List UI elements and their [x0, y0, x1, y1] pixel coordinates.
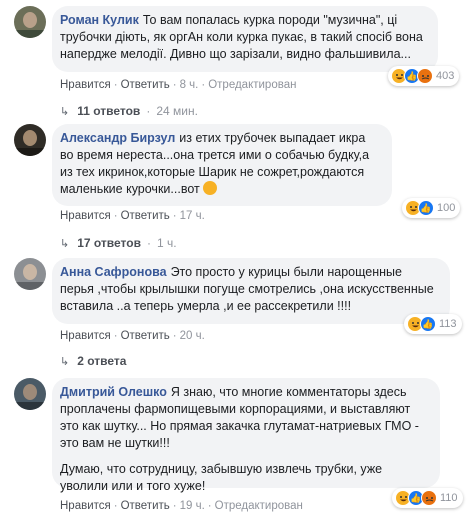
- replies-count-link[interactable]: 17 ответов: [77, 236, 141, 250]
- replies-time: 24 мин.: [156, 104, 198, 118]
- comment-actions: Нравится · Ответить · 19 ч. · Отредактирован: [60, 500, 303, 512]
- like-link[interactable]: Нравится: [60, 79, 111, 91]
- comment-author[interactable]: Роман Кулик: [60, 13, 139, 27]
- comment-bubble: Дмитрий Олешко Я знаю, что многие коммент…: [52, 378, 440, 493]
- like-icon: 👍: [420, 316, 436, 332]
- reply-arrow-icon: ↳: [60, 355, 70, 368]
- reactions-summary[interactable]: 👍 100: [402, 198, 461, 218]
- angry-icon: [421, 490, 437, 506]
- like-link[interactable]: Нравится: [60, 210, 111, 222]
- reactions-summary[interactable]: 👍 113: [404, 314, 462, 334]
- reactions-summary[interactable]: 👍 403: [388, 66, 460, 86]
- edited-label: Отредактирован: [214, 500, 303, 512]
- reply-link[interactable]: Ответить: [121, 500, 170, 512]
- replies-count-link[interactable]: 2 ответа: [77, 354, 126, 368]
- avatar[interactable]: [14, 378, 46, 410]
- comment-author[interactable]: Анна Сафронова: [60, 265, 167, 279]
- reply-link[interactable]: Ответить: [121, 79, 170, 91]
- comment-time[interactable]: 19 ч.: [180, 500, 205, 512]
- replies-toggle[interactable]: ↳ 11 ответов · 24 мин.: [60, 104, 198, 118]
- comment-author[interactable]: Дмитрий Олешко: [60, 385, 167, 399]
- comment-time[interactable]: 17 ч.: [180, 210, 205, 222]
- reply-link[interactable]: Ответить: [121, 210, 170, 222]
- reply-arrow-icon: ↳: [60, 237, 70, 250]
- like-link[interactable]: Нравится: [60, 330, 111, 342]
- replies-count-link[interactable]: 11 ответов: [77, 104, 140, 118]
- reaction-count: 113: [439, 318, 457, 330]
- like-link[interactable]: Нравится: [60, 500, 111, 512]
- replies-toggle[interactable]: ↳ 17 ответов · 1 ч.: [60, 236, 177, 250]
- comment-author[interactable]: Александр Бирзул: [60, 131, 175, 145]
- edited-label: Отредактирован: [208, 79, 297, 91]
- grinning-emoji-icon: [203, 181, 218, 195]
- replies-toggle[interactable]: ↳ 2 ответа: [60, 354, 126, 368]
- reply-link[interactable]: Ответить: [121, 330, 170, 342]
- comment-bubble: Александр Бирзул из етих трубочек выпадае…: [52, 124, 392, 206]
- reaction-count: 100: [437, 202, 456, 214]
- avatar[interactable]: [14, 6, 46, 38]
- comment-time[interactable]: 8 ч.: [180, 79, 199, 91]
- comment-time[interactable]: 20 ч.: [180, 330, 205, 342]
- reaction-count: 110: [440, 492, 458, 504]
- angry-icon: [417, 68, 433, 84]
- like-icon: 👍: [418, 200, 434, 216]
- comment-actions: Нравится · Ответить · 17 ч.: [60, 210, 205, 222]
- comment-bubble: Анна Сафронова Это просто у курицы были н…: [52, 258, 450, 324]
- avatar[interactable]: [14, 124, 46, 156]
- comment-bubble: Роман Кулик То вам попалась курка породи …: [52, 6, 438, 72]
- comment-text-paragraph: Думаю, что сотрудницу, забывшую извлечь …: [60, 462, 383, 493]
- reactions-summary[interactable]: 👍 110: [392, 488, 463, 508]
- replies-time: 1 ч.: [156, 236, 177, 250]
- comment-actions: Нравится · Ответить · 20 ч.: [60, 330, 205, 342]
- avatar[interactable]: [14, 258, 46, 290]
- reaction-count: 403: [436, 70, 455, 82]
- reply-arrow-icon: ↳: [60, 105, 70, 118]
- comment-actions: Нравится · Ответить · 8 ч. · Отредактирован: [60, 79, 297, 91]
